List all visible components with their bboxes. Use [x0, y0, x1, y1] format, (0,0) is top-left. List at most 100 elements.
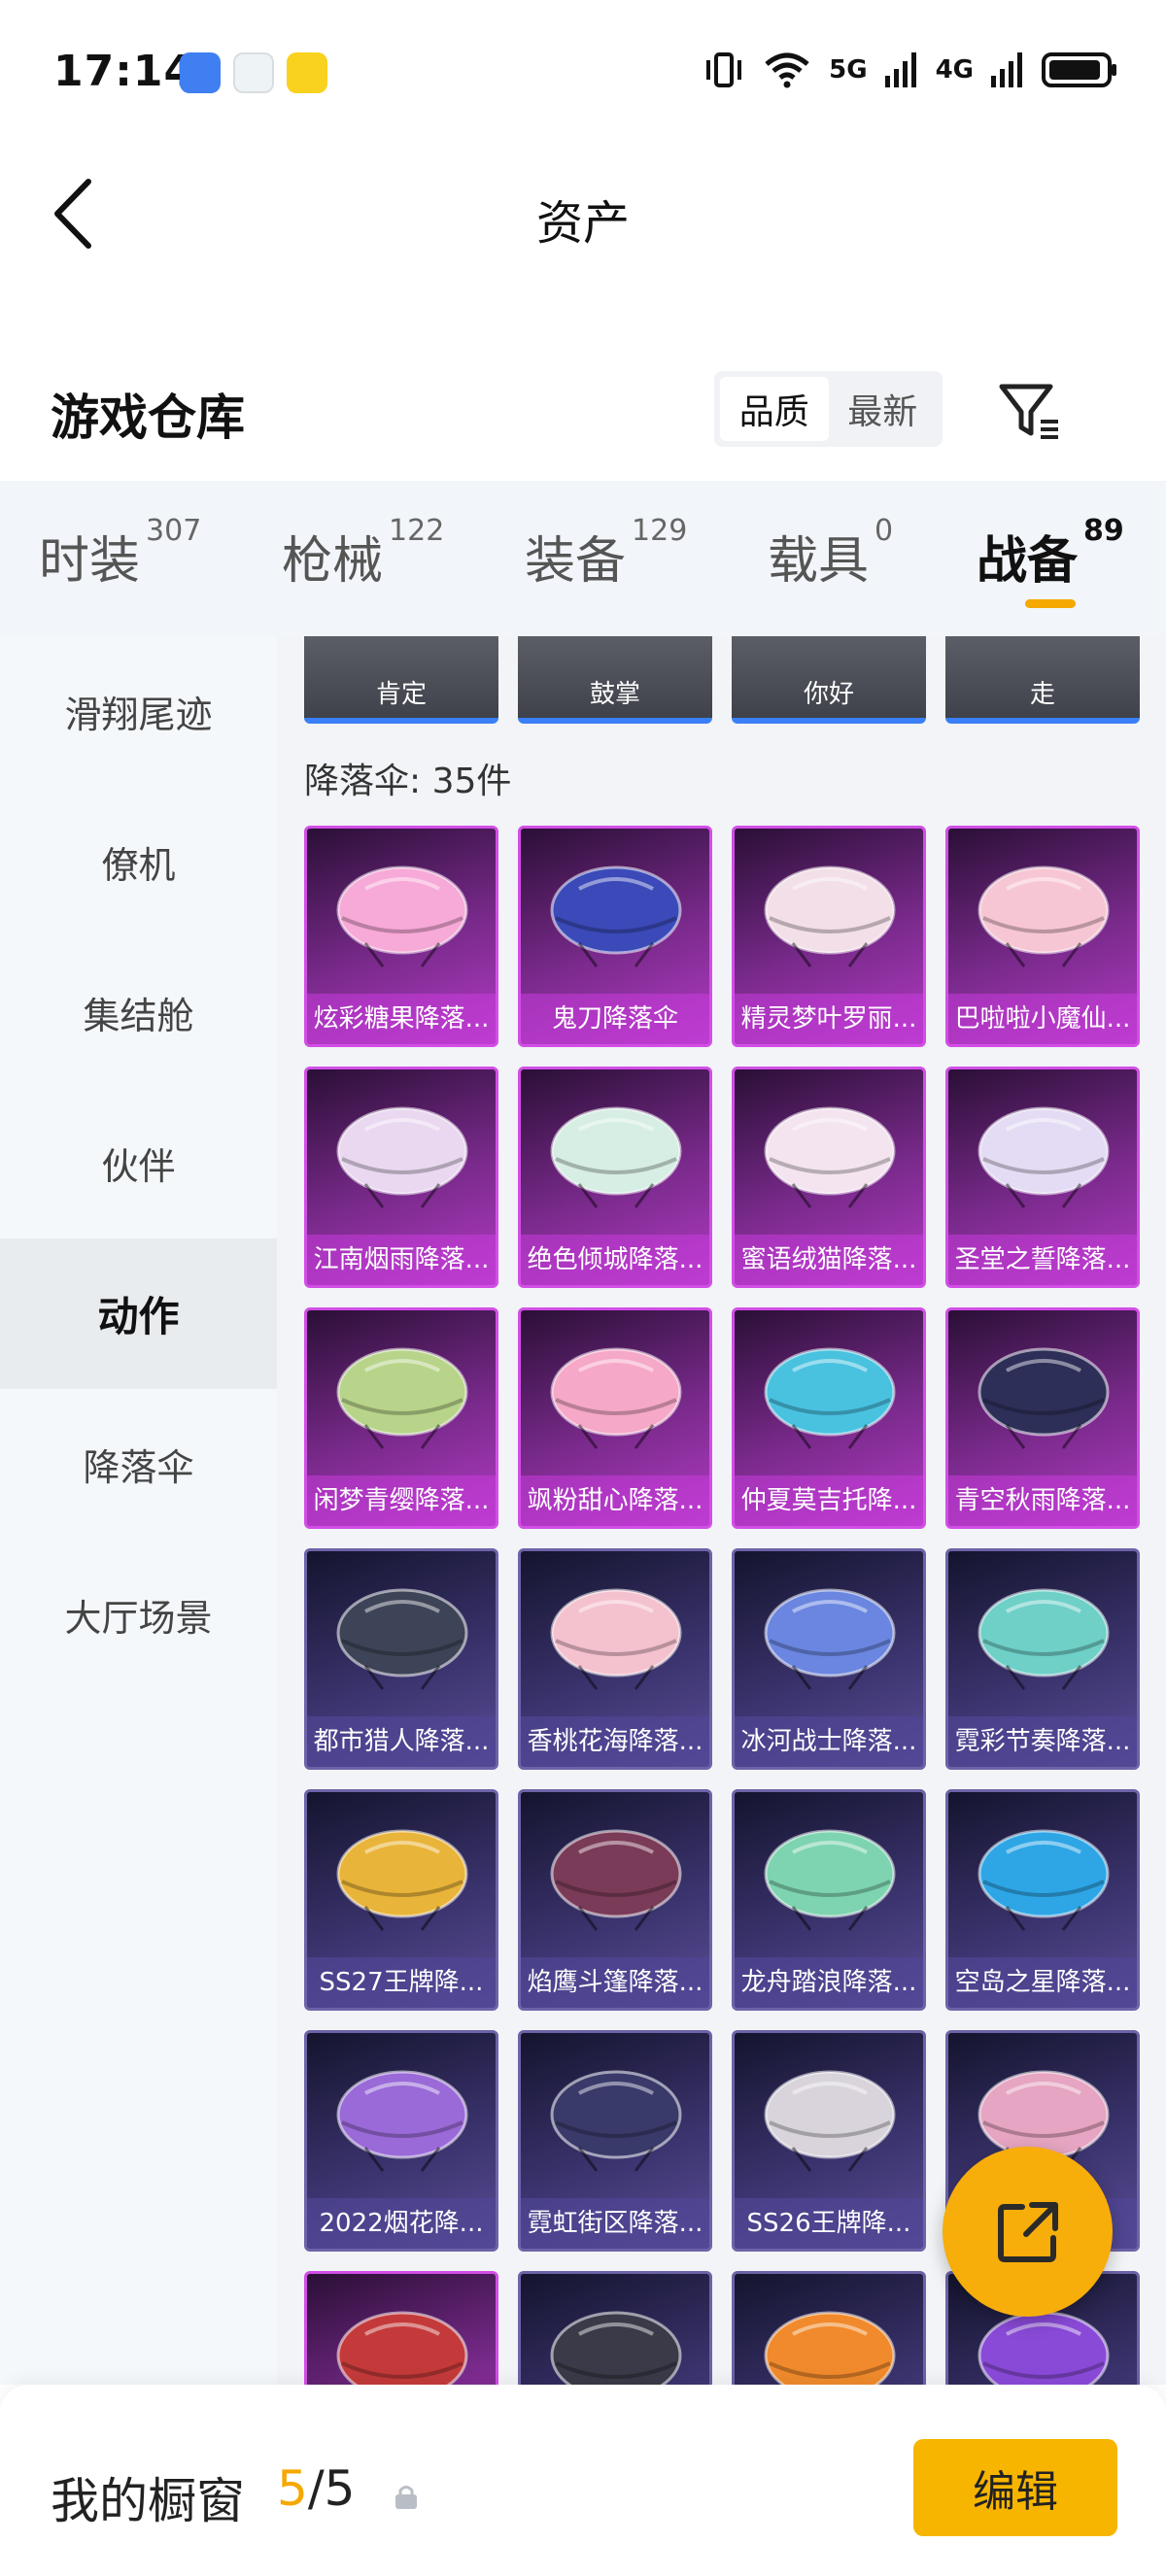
parachute-name: 闲梦青缨降落...	[307, 1475, 496, 1526]
parachute-icon	[550, 1829, 682, 1931]
parachute-card[interactable]: 圣堂之誓降落...	[945, 1067, 1140, 1288]
parachute-card[interactable]: 闲梦青缨降落...	[304, 1307, 498, 1529]
parachute-name: 炫彩糖果降落...	[307, 994, 496, 1044]
clock: 17:14	[53, 47, 195, 96]
parachute-card[interactable]: 冰河战士降落...	[732, 1548, 926, 1770]
sidebar-item-parachute[interactable]: 降落伞	[0, 1389, 277, 1540]
parachute-icon	[977, 1588, 1110, 1690]
filter-button[interactable]	[996, 377, 1064, 445]
parachute-card[interactable]: 精灵梦叶罗丽...	[732, 826, 926, 1047]
emote-label: 你好	[803, 680, 854, 709]
parachute-name: 江南烟雨降落...	[307, 1235, 496, 1285]
sidebar-item-assembly-pod[interactable]: 集结舱	[0, 937, 277, 1088]
emote-card[interactable]: 你好	[732, 636, 926, 724]
parachute-card[interactable]: 空岛之星降落...	[945, 1789, 1140, 2011]
parachute-card[interactable]: 绝色倾城降落...	[518, 1067, 712, 1288]
tab-weapons[interactable]: 枪械122	[282, 514, 444, 593]
emote-card[interactable]: 走	[945, 636, 1140, 724]
sort-latest[interactable]: 最新	[829, 377, 938, 441]
parachute-icon	[764, 2311, 896, 2385]
sidebar-item-wingman[interactable]: 僚机	[0, 787, 277, 937]
parachute-card[interactable]: 江南烟雨降落...	[304, 1067, 498, 1288]
parachute-name: SS27王牌降...	[307, 1957, 496, 2008]
parachute-card[interactable]: 炫彩糖果降落...	[304, 826, 498, 1047]
parachute-name: 都市猎人降落...	[307, 1716, 496, 1767]
parachute-card[interactable]: 霓虹街区降落...	[518, 2030, 712, 2252]
parachute-name: 蜜语绒猫降落...	[735, 1235, 923, 1285]
parachute-icon	[550, 1347, 682, 1449]
tab-label: 枪械	[282, 532, 384, 591]
parachute-name: 绝色倾城降落...	[521, 1235, 709, 1285]
parachute-card[interactable]	[518, 2271, 712, 2385]
tab-war-prep[interactable]: 战备89	[977, 514, 1124, 593]
parachute-card[interactable]: 巴啦啦小魔仙...	[945, 826, 1140, 1047]
sidebar-item-glide-trail[interactable]: 滑翔尾迹	[0, 636, 277, 787]
parachute-card[interactable]: 鬼刀降落伞	[518, 826, 712, 1047]
parachute-card[interactable]: SS26王牌降...	[732, 2030, 926, 2252]
parachute-card[interactable]: 2022烟花降...	[304, 2030, 498, 2252]
parachute-name: 香桃花海降落...	[521, 1716, 709, 1767]
warehouse-header: 游戏仓库 品质 最新	[0, 350, 1166, 466]
tab-count: 122	[389, 514, 445, 548]
emote-card[interactable]: 鼓掌	[518, 636, 712, 724]
parachute-card[interactable]: 霓彩节奏降落...	[945, 1548, 1140, 1770]
emote-card[interactable]: 肯定	[304, 636, 498, 724]
parachute-name: 焰鹰斗篷降落...	[521, 1957, 709, 2008]
parachute-card[interactable]: 龙舟踏浪降落...	[732, 1789, 926, 2011]
tab-count: 307	[146, 514, 202, 548]
signal-icon	[884, 52, 916, 87]
tab-count: 89	[1083, 514, 1124, 548]
parachute-name: 鬼刀降落伞	[521, 994, 709, 1044]
app-icon-blue	[180, 52, 221, 93]
parachute-card[interactable]: 焰鹰斗篷降落...	[518, 1789, 712, 2011]
parachute-icon	[977, 1347, 1110, 1449]
sidebar-item-lobby-scene[interactable]: 大厅场景	[0, 1540, 277, 1690]
parachute-name: 龙舟踏浪降落...	[735, 1957, 923, 2008]
sidebar-item-action[interactable]: 动作	[0, 1238, 277, 1389]
parachute-card[interactable]: 青空秋雨降落...	[945, 1307, 1140, 1529]
parachute-card[interactable]: 都市猎人降落...	[304, 1548, 498, 1770]
parachute-card[interactable]: 蜜语绒猫降落...	[732, 1067, 926, 1288]
parachute-name: 霓彩节奏降落...	[948, 1716, 1137, 1767]
edit-button[interactable]: 编辑	[913, 2439, 1117, 2536]
parachute-card[interactable]: 仲夏莫吉托降...	[732, 1307, 926, 1529]
sidebar-item-partner[interactable]: 伙伴	[0, 1088, 277, 1238]
signal-icon-2	[991, 52, 1022, 87]
top-nav: 资产	[0, 146, 1166, 282]
parachute-icon	[977, 865, 1110, 967]
lock-icon	[395, 2486, 417, 2509]
tab-label: 战备	[977, 532, 1079, 591]
tab-equipment[interactable]: 装备129	[525, 514, 687, 593]
warehouse-title: 游戏仓库	[51, 390, 245, 446]
parachute-name: 空岛之星降落...	[948, 1957, 1137, 2008]
parachute-card[interactable]: SS27王牌降...	[304, 1789, 498, 2011]
network-4g: 4G	[935, 55, 974, 85]
battery-icon	[1042, 52, 1116, 87]
parachute-icon	[764, 1588, 896, 1690]
parachute-icon	[764, 1347, 896, 1449]
parachute-icon	[977, 1106, 1110, 1208]
parachute-name: 青空秋雨降落...	[948, 1475, 1137, 1526]
emote-label: 鼓掌	[589, 680, 640, 709]
parachute-icon	[977, 1829, 1110, 1931]
parachute-card[interactable]	[732, 2271, 926, 2385]
parachute-icon	[336, 1829, 468, 1931]
sort-quality[interactable]: 品质	[720, 377, 829, 441]
tab-active-indicator	[1025, 599, 1076, 608]
parachute-icon	[336, 1588, 468, 1690]
parachute-card[interactable]	[304, 2271, 498, 2385]
showcase-separator: /	[307, 2460, 325, 2517]
parachute-icon	[550, 2070, 682, 2172]
tab-vehicles[interactable]: 载具0	[768, 514, 893, 593]
parachute-name: 精灵梦叶罗丽...	[735, 994, 923, 1044]
parachute-card[interactable]: 香桃花海降落...	[518, 1548, 712, 1770]
parachute-name: 仲夏莫吉托降...	[735, 1475, 923, 1526]
share-fab[interactable]	[943, 2147, 1113, 2317]
tab-fashion[interactable]: 时装307	[39, 514, 201, 593]
parachute-icon	[764, 1106, 896, 1208]
sort-toggle: 品质 最新	[714, 371, 943, 447]
parachute-card[interactable]: 飒粉甜心降落...	[518, 1307, 712, 1529]
parachute-name: 飒粉甜心降落...	[521, 1475, 709, 1526]
parachute-name: 冰河战士降落...	[735, 1716, 923, 1767]
section-count-label: 降落伞: 35件	[304, 762, 512, 801]
